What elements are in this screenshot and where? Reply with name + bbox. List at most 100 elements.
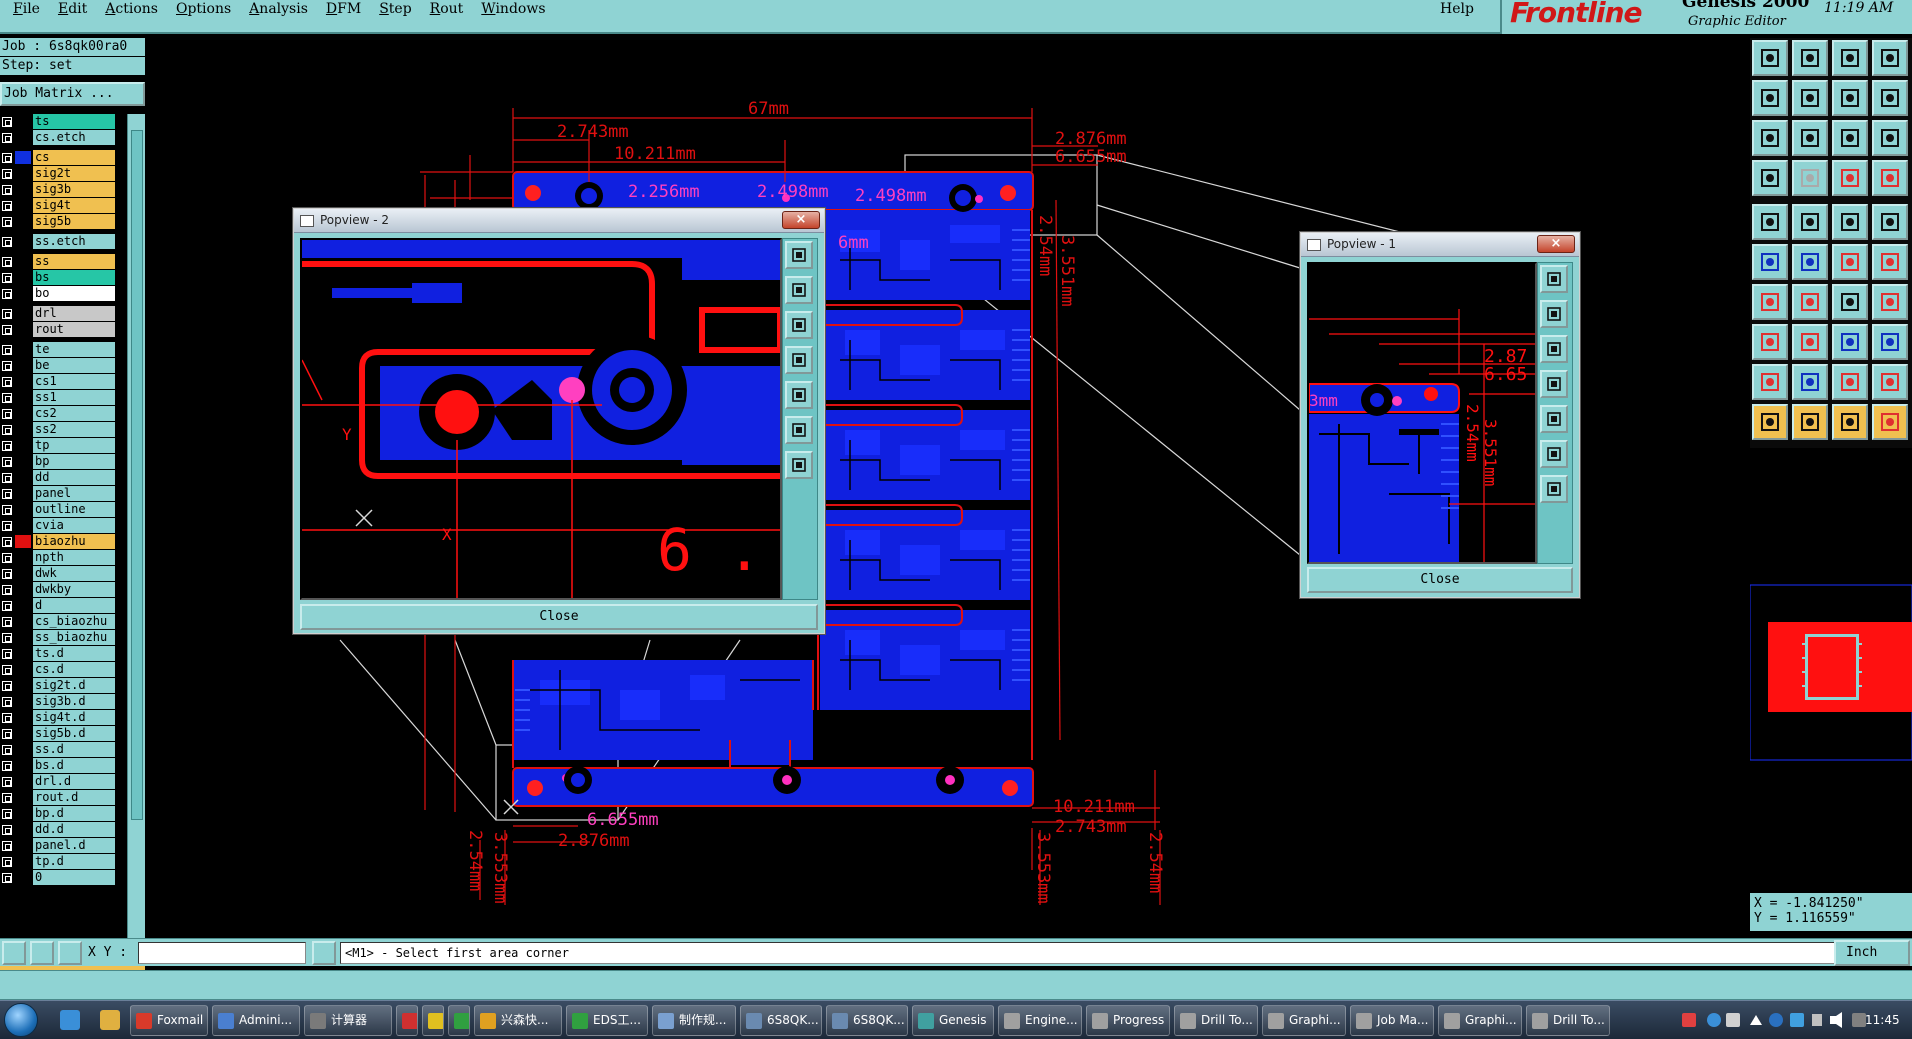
drc-icon[interactable] bbox=[1752, 324, 1788, 360]
taskbar-item[interactable]: 6S8QK... bbox=[740, 1005, 822, 1036]
taskbar-item[interactable]: EDS工... bbox=[566, 1005, 648, 1036]
layer-checkbox[interactable] bbox=[2, 325, 12, 335]
menu-options[interactable]: Options bbox=[167, 0, 240, 22]
layer-checkbox[interactable] bbox=[2, 309, 12, 319]
layer-checkbox[interactable] bbox=[2, 553, 12, 563]
menu-file[interactable]: File bbox=[4, 0, 49, 22]
mirror-icon[interactable] bbox=[1872, 284, 1908, 320]
layer-checkbox[interactable] bbox=[2, 361, 12, 371]
taskbar-item[interactable]: Engine... bbox=[998, 1005, 1082, 1036]
layer-name[interactable]: bs bbox=[33, 270, 115, 285]
layer-checkbox[interactable] bbox=[2, 745, 12, 755]
popview-1-close-x[interactable]: × bbox=[1537, 235, 1575, 253]
layer-checkbox[interactable] bbox=[2, 809, 12, 819]
pointer-route-icon[interactable] bbox=[1872, 404, 1908, 440]
layer-checkbox[interactable] bbox=[2, 537, 12, 547]
layer-row[interactable]: ts.d bbox=[0, 646, 118, 661]
layer-color-swatch[interactable] bbox=[15, 359, 31, 372]
layer-name[interactable]: sig4t.d bbox=[33, 710, 115, 725]
layer-name[interactable]: ss bbox=[33, 254, 115, 269]
layer-row[interactable]: drl bbox=[0, 306, 118, 321]
fit-icon[interactable] bbox=[1540, 265, 1568, 293]
layer-checkbox[interactable] bbox=[2, 257, 12, 267]
layer-name[interactable]: panel.d bbox=[33, 838, 115, 853]
grid-icon[interactable] bbox=[58, 941, 82, 965]
open-icon[interactable] bbox=[1792, 40, 1828, 76]
fit-icon[interactable] bbox=[785, 241, 813, 269]
layer-color-swatch[interactable] bbox=[15, 167, 31, 180]
layer-color-swatch[interactable] bbox=[15, 375, 31, 388]
layer-row[interactable]: be bbox=[0, 358, 118, 373]
layer-row[interactable]: ss_biaozhu bbox=[0, 630, 118, 645]
taskbar-item[interactable]: 计算器 bbox=[304, 1005, 392, 1036]
layer-name[interactable]: cvia bbox=[33, 518, 115, 533]
layer-row[interactable]: sig4t.d bbox=[0, 710, 118, 725]
layer-row[interactable]: drl.d bbox=[0, 774, 118, 789]
layer-name[interactable]: ss.d bbox=[33, 742, 115, 757]
layer-color-swatch[interactable] bbox=[15, 775, 31, 788]
layer-checkbox[interactable] bbox=[2, 873, 12, 883]
layer-name[interactable]: cs2 bbox=[33, 406, 115, 421]
layer-scrollbar[interactable] bbox=[127, 114, 145, 942]
layer-checkbox[interactable] bbox=[2, 777, 12, 787]
ruler-icon[interactable] bbox=[30, 941, 54, 965]
layer-checkbox[interactable] bbox=[2, 857, 12, 867]
layer-color-swatch[interactable] bbox=[15, 535, 31, 548]
layer-row[interactable]: cs.d bbox=[0, 662, 118, 677]
job-matrix-button[interactable]: Job Matrix ... bbox=[0, 82, 145, 106]
layer-color-swatch[interactable] bbox=[15, 567, 31, 580]
layer-row[interactable]: te bbox=[0, 342, 118, 357]
layer-row[interactable]: bp.d bbox=[0, 806, 118, 821]
layer-checkbox[interactable] bbox=[2, 153, 12, 163]
refresh-icon[interactable] bbox=[785, 451, 813, 479]
layer-row[interactable]: dd bbox=[0, 470, 118, 485]
layer-name[interactable]: sig3b.d bbox=[33, 694, 115, 709]
layer-color-swatch[interactable] bbox=[15, 679, 31, 692]
pan-left-icon[interactable] bbox=[1540, 370, 1568, 398]
layer-name[interactable]: ts bbox=[33, 114, 115, 129]
layer-name[interactable]: sig2t.d bbox=[33, 678, 115, 693]
layer-color-swatch[interactable] bbox=[15, 839, 31, 852]
layer-name[interactable]: sig3b bbox=[33, 182, 115, 197]
layer-name[interactable]: be bbox=[33, 358, 115, 373]
layer-color-swatch[interactable] bbox=[15, 759, 31, 772]
layer-checkbox[interactable] bbox=[2, 665, 12, 675]
layer-checkbox[interactable] bbox=[2, 505, 12, 515]
snap-icon[interactable] bbox=[2, 941, 26, 965]
taskbar-item[interactable]: Foxmail bbox=[130, 1005, 208, 1036]
taskbar-item[interactable]: Graphi... bbox=[1262, 1005, 1346, 1036]
layer-row[interactable]: cs2 bbox=[0, 406, 118, 421]
layer-name[interactable]: bs.d bbox=[33, 758, 115, 773]
save-icon[interactable] bbox=[1752, 40, 1788, 76]
layer-name[interactable]: rout bbox=[33, 322, 115, 337]
scroll-thumb[interactable] bbox=[131, 130, 143, 820]
layer-row[interactable]: sig5b.d bbox=[0, 726, 118, 741]
layer-color-swatch[interactable] bbox=[15, 323, 31, 336]
layer-color-swatch[interactable] bbox=[15, 343, 31, 356]
layer-checkbox[interactable] bbox=[2, 585, 12, 595]
layer-color-swatch[interactable] bbox=[15, 391, 31, 404]
layer-name[interactable]: tp.d bbox=[33, 854, 115, 869]
taskbar-item[interactable]: Genesis bbox=[912, 1005, 994, 1036]
layer-checkbox[interactable] bbox=[2, 489, 12, 499]
home-icon[interactable] bbox=[1832, 40, 1868, 76]
layer-checkbox[interactable] bbox=[2, 601, 12, 611]
layer-row[interactable]: bs.d bbox=[0, 758, 118, 773]
layer-name[interactable]: sig4t bbox=[33, 198, 115, 213]
layer-color-swatch[interactable] bbox=[15, 407, 31, 420]
layer-row[interactable]: npth bbox=[0, 550, 118, 565]
layer-name[interactable]: biaozhu bbox=[33, 534, 115, 549]
layer-checkbox[interactable] bbox=[2, 649, 12, 659]
layer-color-swatch[interactable] bbox=[15, 871, 31, 884]
taskbar-item[interactable]: Progress bbox=[1086, 1005, 1170, 1036]
layer-row[interactable]: sig2t bbox=[0, 166, 118, 181]
ie-icon[interactable] bbox=[60, 1010, 80, 1030]
layer-row[interactable]: rout.d bbox=[0, 790, 118, 805]
layer-row[interactable]: cs bbox=[0, 150, 118, 165]
popview-2-close-button[interactable]: Close bbox=[300, 604, 818, 630]
layer-color-swatch[interactable] bbox=[15, 647, 31, 660]
line-icon[interactable] bbox=[1792, 204, 1828, 240]
layer-color-swatch[interactable] bbox=[15, 255, 31, 268]
taskbar-item[interactable] bbox=[396, 1005, 418, 1036]
layer-checkbox[interactable] bbox=[2, 633, 12, 643]
